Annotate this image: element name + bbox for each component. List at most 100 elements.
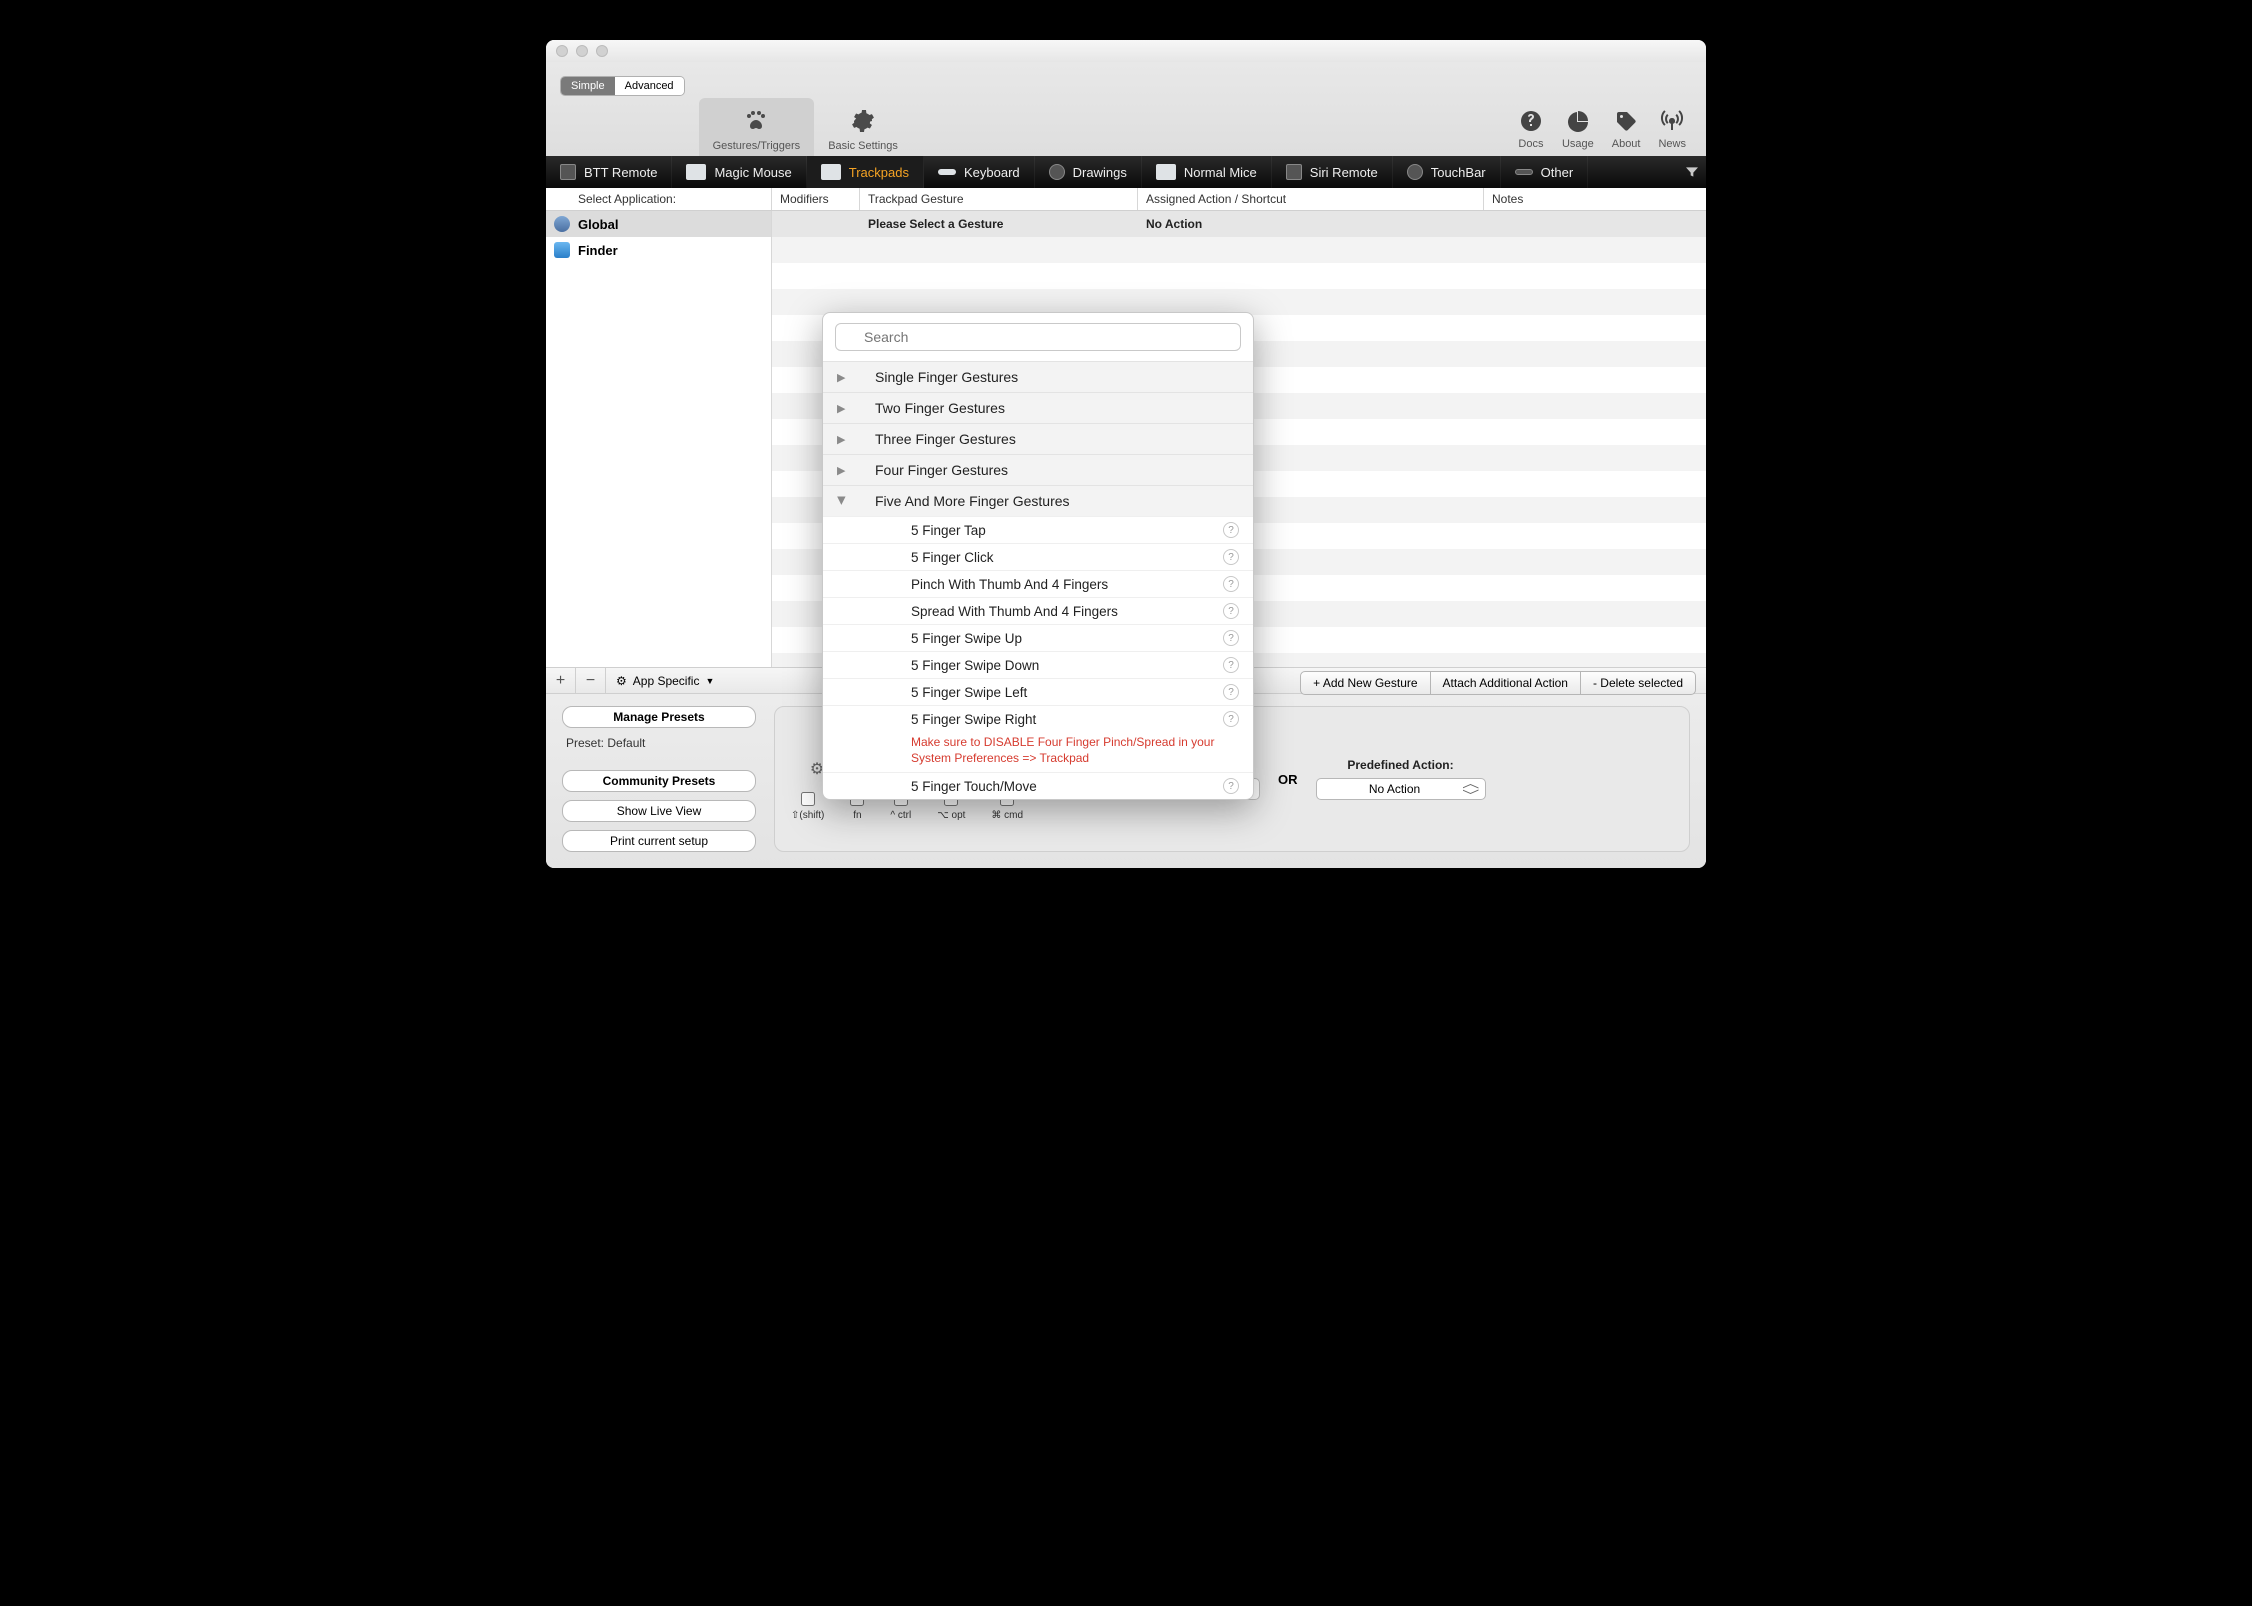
col-gesture: Trackpad Gesture	[860, 188, 1138, 210]
help-icon[interactable]: ?	[1223, 711, 1239, 727]
column-headers: Select Application: Modifiers Trackpad G…	[546, 188, 1706, 211]
action-buttons: + Add New Gesture Attach Additional Acti…	[1300, 671, 1696, 695]
gesture-5-down[interactable]: 5 Finger Swipe Down?	[823, 651, 1253, 678]
trackpad-icon	[821, 164, 841, 180]
presets-column: Manage Presets Preset: Default Community…	[562, 706, 756, 852]
spiral-icon	[1049, 164, 1065, 180]
category-four[interactable]: ▶Four Finger Gestures	[823, 454, 1253, 485]
category-five[interactable]: ▶Five And More Finger Gestures	[823, 485, 1253, 516]
sidebar-bottom-bar: + − ⚙ App Specific ▼	[546, 667, 772, 693]
gesture-5-touch[interactable]: 5 Finger Touch/Move?	[823, 772, 1253, 799]
touchbar-icon	[1407, 164, 1423, 180]
action-select[interactable]: No Action	[1316, 778, 1486, 800]
usage-label: Usage	[1562, 138, 1594, 150]
col-action: Assigned Action / Shortcut	[1138, 188, 1484, 210]
siri-remote-icon	[1286, 164, 1302, 180]
device-touchbar[interactable]: TouchBar	[1393, 156, 1501, 188]
attach-action-button[interactable]: Attach Additional Action	[1431, 671, 1581, 695]
help-icon[interactable]: ?	[1223, 549, 1239, 565]
help-icon[interactable]: ?	[1223, 630, 1239, 646]
device-btt-remote[interactable]: BTT Remote	[546, 156, 672, 188]
category-single[interactable]: ▶Single Finger Gestures	[823, 361, 1253, 392]
toolbar-right: Docs Usage About News	[1518, 108, 1696, 150]
zoom-dot[interactable]	[596, 45, 608, 57]
device-drawings[interactable]: Drawings	[1035, 156, 1142, 188]
mod-shift-checkbox[interactable]	[801, 792, 815, 806]
device-magic-mouse[interactable]: Magic Mouse	[672, 156, 806, 188]
action-label: Predefined Action:	[1347, 758, 1453, 772]
gesture-row[interactable]: Please Select a Gesture No Action	[772, 211, 1706, 237]
advanced-mode-button[interactable]: Advanced	[615, 77, 684, 95]
about-button[interactable]: About	[1612, 108, 1641, 150]
normal-mouse-icon	[1156, 164, 1176, 180]
category-two[interactable]: ▶Two Finger Gestures	[823, 392, 1253, 423]
usage-button[interactable]: Usage	[1562, 108, 1594, 150]
filter-button[interactable]	[1678, 156, 1706, 188]
help-icon	[1518, 108, 1544, 134]
remove-app-button[interactable]: −	[576, 668, 606, 693]
current-preset-label: Preset: Default	[562, 736, 756, 750]
sidebar-item-label: Global	[578, 217, 618, 232]
help-icon[interactable]: ?	[1223, 522, 1239, 538]
help-icon[interactable]: ?	[1223, 603, 1239, 619]
search-input[interactable]	[835, 323, 1241, 351]
device-trackpads[interactable]: Trackpads	[807, 156, 924, 188]
mode-segment: Simple Advanced	[560, 76, 685, 96]
add-app-button[interactable]: +	[546, 668, 576, 693]
action-column: Predefined Action: No Action	[1316, 758, 1486, 800]
other-icon	[1515, 169, 1533, 175]
device-keyboard[interactable]: Keyboard	[924, 156, 1035, 188]
device-bar: BTT Remote Magic Mouse Trackpads Keyboar…	[546, 156, 1706, 188]
paw-icon	[743, 108, 769, 134]
finder-icon	[554, 242, 570, 258]
gesture-5-click[interactable]: 5 Finger Click?	[823, 543, 1253, 570]
gear-icon	[850, 108, 876, 134]
col-app: Select Application:	[546, 188, 772, 210]
titlebar	[546, 40, 1706, 62]
category-three[interactable]: ▶Three Finger Gestures	[823, 423, 1253, 454]
sidebar-item-finder[interactable]: Finder	[546, 237, 771, 263]
close-dot[interactable]	[556, 45, 568, 57]
minimize-dot[interactable]	[576, 45, 588, 57]
gesture-spread[interactable]: Spread With Thumb And 4 Fingers?	[823, 597, 1253, 624]
help-icon[interactable]: ?	[1223, 684, 1239, 700]
delete-selected-button[interactable]: - Delete selected	[1581, 671, 1696, 695]
tab-basic[interactable]: Basic Settings	[814, 98, 912, 156]
tab-gestures-label: Gestures/Triggers	[713, 140, 801, 152]
app-specific-label: App Specific	[633, 674, 700, 688]
community-presets-button[interactable]: Community Presets	[562, 770, 756, 792]
chevron-right-icon: ▶	[837, 464, 847, 477]
gesture-5-right[interactable]: 5 Finger Swipe Right?	[823, 705, 1253, 732]
chevron-down-icon: ▼	[705, 676, 714, 686]
docs-label: Docs	[1518, 138, 1543, 150]
chevron-right-icon: ▶	[837, 371, 847, 384]
show-live-view-button[interactable]: Show Live View	[562, 800, 756, 822]
gesture-5-tap[interactable]: 5 Finger Tap?	[823, 516, 1253, 543]
chevron-right-icon: ▶	[837, 433, 847, 446]
help-icon[interactable]: ?	[1223, 576, 1239, 592]
docs-button[interactable]: Docs	[1518, 108, 1544, 150]
device-other[interactable]: Other	[1501, 156, 1589, 188]
gesture-pinch[interactable]: Pinch With Thumb And 4 Fingers?	[823, 570, 1253, 597]
help-icon[interactable]: ?	[1223, 778, 1239, 794]
warning-text: Make sure to DISABLE Four Finger Pinch/S…	[823, 732, 1253, 772]
gesture-5-up[interactable]: 5 Finger Swipe Up?	[823, 624, 1253, 651]
gesture-5-left[interactable]: 5 Finger Swipe Left?	[823, 678, 1253, 705]
print-setup-button[interactable]: Print current setup	[562, 830, 756, 852]
mod-ctrl-label: ^ ctrl	[890, 810, 911, 821]
row-gesture-cell: Please Select a Gesture	[860, 217, 1138, 231]
device-normal-mice[interactable]: Normal Mice	[1142, 156, 1272, 188]
news-button[interactable]: News	[1658, 108, 1686, 150]
add-gesture-button[interactable]: + Add New Gesture	[1300, 671, 1430, 695]
tab-gestures[interactable]: Gestures/Triggers	[699, 98, 815, 156]
gear-small-icon: ⚙	[616, 674, 627, 688]
mod-shift-label: ⇧(shift)	[791, 810, 824, 821]
simple-mode-button[interactable]: Simple	[561, 77, 615, 95]
or-label: OR	[1278, 772, 1298, 787]
manage-presets-button[interactable]: Manage Presets	[562, 706, 756, 728]
help-icon[interactable]: ?	[1223, 657, 1239, 673]
sidebar-item-global[interactable]: Global	[546, 211, 771, 237]
app-specific-menu[interactable]: ⚙ App Specific ▼	[606, 668, 772, 693]
mod-opt-label: ⌥ opt	[937, 810, 965, 821]
device-siri-remote[interactable]: Siri Remote	[1272, 156, 1393, 188]
